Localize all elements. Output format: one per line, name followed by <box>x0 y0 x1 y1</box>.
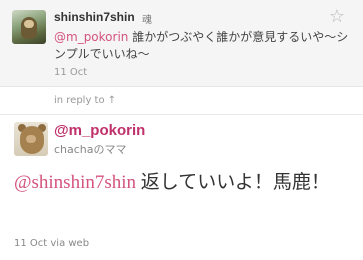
author-display-name: chachaのママ <box>54 143 127 156</box>
author-screen-name[interactable]: @m_pokorin <box>54 122 145 139</box>
divider <box>0 114 363 115</box>
in-reply-tweet: shinshin7shin 魂 ☆ @m_pokorin 誰かがつぶやく誰かが意… <box>0 0 363 86</box>
avatar[interactable] <box>14 122 48 156</box>
tweet-body-text: 返していいよ！馬鹿！ <box>136 172 330 193</box>
name-badge: 魂 <box>142 15 152 26</box>
in-reply-to-link[interactable]: in reply to ↑ <box>54 95 116 106</box>
tweet-text: @shinshin7shin 返していいよ！馬鹿！ <box>14 170 349 195</box>
star-icon[interactable]: ☆ <box>329 6 345 27</box>
screen-name[interactable]: shinshin7shin <box>54 10 135 24</box>
tweet-timestamp[interactable]: 11 Oct via web <box>14 238 89 249</box>
mention-link[interactable]: @m_pokorin <box>54 30 128 44</box>
divider <box>0 86 363 87</box>
tweet-date[interactable]: 11 Oct <box>54 67 87 78</box>
mention-link[interactable]: @shinshin7shin <box>14 172 136 193</box>
avatar[interactable] <box>12 10 46 44</box>
reply-tweet-text: @m_pokorin 誰かがつぶやく誰かが意見するいや～シンプルでいいね～ <box>54 29 354 63</box>
